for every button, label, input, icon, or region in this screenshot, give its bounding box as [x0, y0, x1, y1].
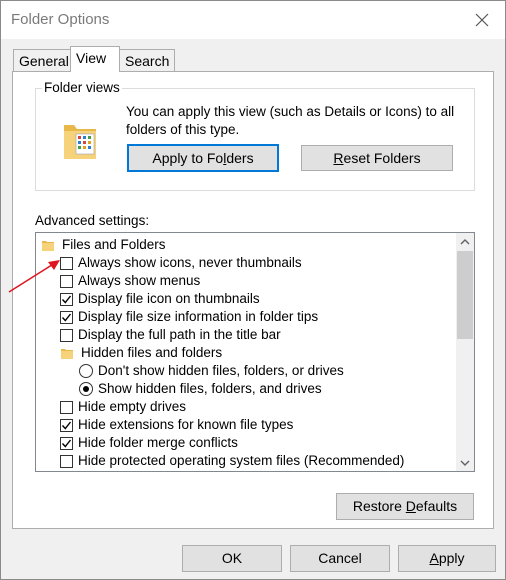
list-item-label: Hide extensions for known file types — [78, 417, 294, 432]
advanced-settings-label: Advanced settings: — [35, 213, 150, 228]
close-button[interactable] — [459, 1, 505, 39]
tab-general[interactable]: General — [13, 49, 75, 71]
folder-views-icon — [64, 125, 96, 159]
reset-folders-accel: R — [333, 150, 344, 166]
cancel-label: Cancel — [318, 550, 362, 566]
list-item-label: Hidden files and folders — [81, 345, 223, 360]
folder-icon — [61, 348, 73, 359]
restore-defaults-label-a: Restore — [352, 498, 406, 514]
checkbox-hide-extensions[interactable] — [60, 418, 73, 432]
apply-label: pply — [438, 550, 465, 566]
radio-selected-dot — [83, 386, 89, 392]
folder-icon — [42, 240, 54, 251]
list-item-label: Always show menus — [78, 273, 201, 288]
folder-views-legend: Folder views — [42, 80, 122, 95]
apply-to-folders-label-a: Apply to Fo — [152, 150, 224, 166]
list-item-hidden-files-and-folders[interactable]: Hidden files and folders — [61, 344, 222, 362]
reset-folders-button[interactable]: Reset Folders — [301, 145, 453, 171]
list-item-label: Files and Folders — [62, 237, 166, 252]
checkmark-icon — [61, 295, 72, 304]
checkmark-icon — [61, 421, 72, 430]
list-item-hide-protected-files[interactable]: Hide protected operating system files (R… — [60, 452, 404, 470]
list-item-display-file-size[interactable]: Display file size information in folder … — [60, 308, 318, 326]
checkbox-hide-empty-drives[interactable] — [60, 400, 73, 414]
list-item-label: Display file icon on thumbnails — [78, 291, 260, 306]
list-item-label: Display the full path in the title bar — [78, 327, 281, 342]
tab-search-label: Search — [125, 53, 170, 69]
list-item-display-file-icon[interactable]: Display file icon on thumbnails — [60, 290, 260, 308]
checkmark-icon — [61, 313, 72, 322]
close-icon — [475, 13, 489, 27]
scroll-thumb[interactable] — [457, 251, 473, 339]
checkbox-display-full-path[interactable] — [60, 328, 73, 342]
restore-defaults-label-b: efaults — [415, 498, 458, 514]
title-bar: Folder Options — [1, 1, 505, 39]
tab-general-label: General — [19, 53, 69, 69]
restore-defaults-accel: D — [405, 498, 416, 514]
list-item-hide-merge-conflicts[interactable]: Hide folder merge conflicts — [60, 434, 238, 452]
list-item-always-show-menus[interactable]: Always show menus — [60, 272, 200, 290]
list-item-label: Display file size information in folder … — [78, 309, 319, 324]
tab-view[interactable]: View — [70, 46, 120, 72]
checkbox-hide-merge-conflicts[interactable] — [60, 436, 73, 450]
checkmark-icon — [61, 439, 72, 448]
list-item-label: Hide folder merge conflicts — [78, 435, 238, 450]
list-item-label: Hide protected operating system files (R… — [78, 453, 405, 468]
list-item-dont-show-hidden[interactable]: Don't show hidden files, folders, or dri… — [79, 362, 344, 380]
restore-defaults-button[interactable]: Restore Defaults — [336, 493, 474, 520]
list-item-label: Show hidden files, folders, and drives — [98, 381, 322, 396]
radio-dont-show-hidden[interactable] — [79, 364, 93, 378]
chevron-down-icon — [460, 460, 470, 466]
tab-view-label: View — [76, 50, 107, 66]
checkbox-display-file-size[interactable] — [60, 310, 73, 324]
folder-views-description: You can apply this view (such as Details… — [126, 104, 455, 137]
view-tab-panel: Folder views You can apply this view (su… — [12, 71, 494, 529]
tab-search[interactable]: Search — [119, 49, 176, 71]
list-item-label: Hide empty drives — [78, 399, 187, 414]
scroll-up-button[interactable] — [456, 233, 474, 250]
apply-to-folders-label-b: ders — [226, 150, 254, 166]
scroll-down-button[interactable] — [456, 454, 474, 471]
apply-to-folders-button[interactable]: Apply to Folders — [127, 144, 279, 172]
window-title: Folder Options — [11, 11, 110, 28]
reset-folders-label: eset Folders — [343, 150, 421, 166]
radio-show-hidden[interactable] — [79, 382, 93, 396]
list-item-label: Always show icons, never thumbnails — [78, 255, 302, 270]
folder-views-group: Folder views You can apply this view (su… — [35, 80, 475, 191]
list-item-hide-empty-drives[interactable]: Hide empty drives — [60, 398, 186, 416]
list-item-always-show-icons[interactable]: Always show icons, never thumbnails — [60, 254, 302, 272]
advanced-settings-list[interactable]: Files and Folders Always show icons, nev… — [35, 232, 475, 472]
cancel-button[interactable]: Cancel — [290, 545, 390, 572]
vertical-scrollbar[interactable] — [456, 233, 474, 471]
list-item-files-and-folders[interactable]: Files and Folders — [42, 236, 166, 254]
list-item-hide-extensions[interactable]: Hide extensions for known file types — [60, 416, 293, 434]
list-item-show-hidden[interactable]: Show hidden files, folders, and drives — [79, 380, 322, 398]
annotation-arrow-icon — [8, 260, 60, 293]
apply-accel: A — [429, 550, 439, 566]
list-item-label: Don't show hidden files, folders, or dri… — [98, 363, 344, 378]
checkbox-hide-protected-files[interactable] — [60, 454, 73, 468]
chevron-up-icon — [460, 238, 470, 244]
list-item-display-full-path[interactable]: Display the full path in the title bar — [60, 326, 281, 344]
apply-button[interactable]: Apply — [398, 545, 496, 572]
ok-label: OK — [221, 550, 243, 566]
folder-options-dialog: Folder Options General View Search Folde… — [0, 0, 506, 580]
ok-button[interactable]: OK — [182, 545, 282, 572]
